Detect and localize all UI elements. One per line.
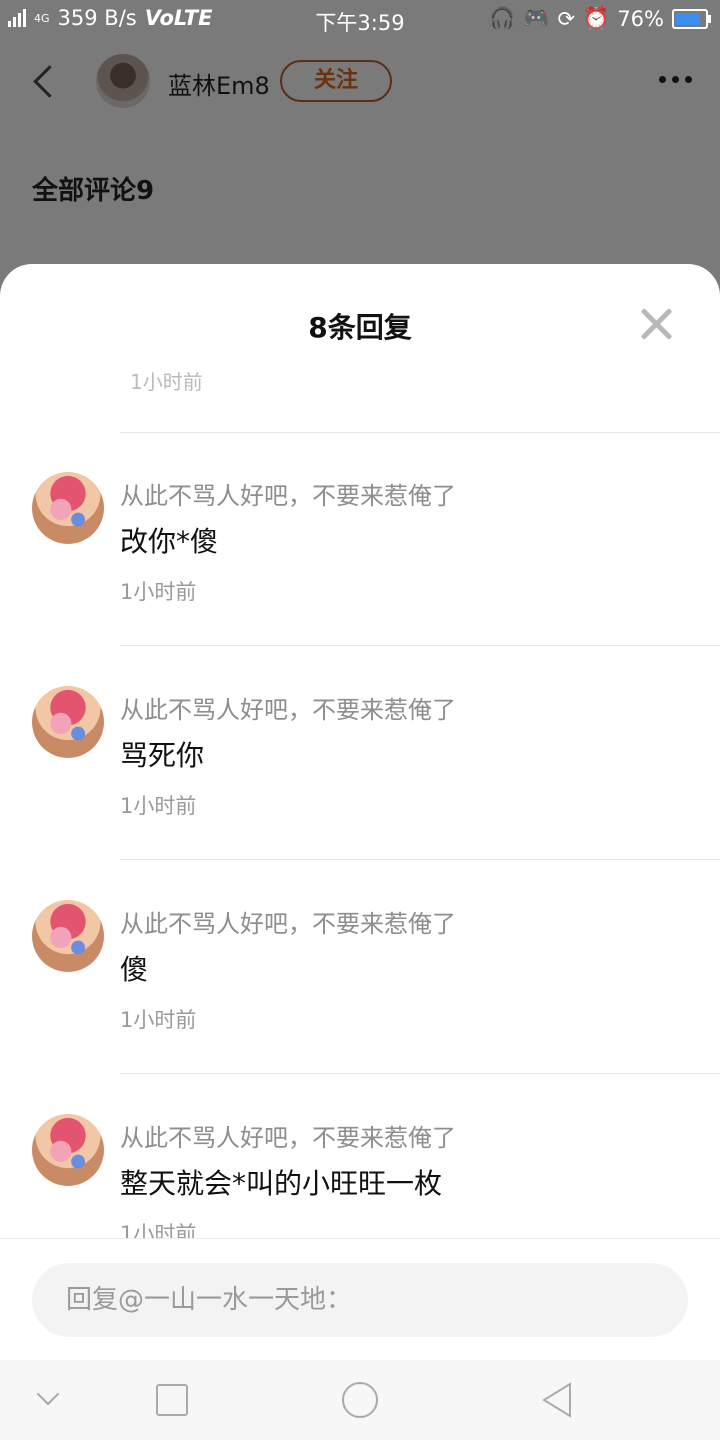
reply-text: 傻 <box>120 953 149 986</box>
rotation-lock-icon: ⟳ <box>557 6 576 31</box>
list-item[interactable]: 从此不骂人好吧，不要来惹俺了 傻 1小时前 <box>0 860 720 1074</box>
author-avatar[interactable] <box>96 54 150 108</box>
reply-text: 改你*傻 <box>120 525 219 558</box>
author-name[interactable]: 蓝林Em8 <box>168 66 270 101</box>
status-bar: 4G 359 B/s VoLTE 下午3:59 🎧 🎮 ⟳ ⏰ 76% <box>0 0 720 38</box>
list-item[interactable]: 从此不骂人好吧，不要来惹俺了 骂死你 1小时前 <box>0 646 720 860</box>
list-item[interactable]: 从此不骂人好吧，不要来惹俺了 整天就会*叫的小旺旺一枚 1小时前 <box>0 1074 720 1238</box>
avatar[interactable] <box>32 900 104 972</box>
replies-sheet: 8条回复 1小时前 从此不骂人好吧，不要来惹俺了 改你*傻 1小时前 从此不骂人… <box>0 264 720 1360</box>
reply-time: 1小时前 <box>120 580 197 604</box>
reply-time: 1小时前 <box>120 1008 197 1032</box>
headphones-icon: 🎧 <box>489 6 516 30</box>
gamepad-icon: 🎮 <box>523 6 550 30</box>
reply-time: 1小时前 <box>120 1222 197 1238</box>
avatar[interactable] <box>32 1114 104 1186</box>
reply-username[interactable]: 从此不骂人好吧，不要来惹俺了 <box>120 1118 456 1153</box>
top-bar: 蓝林Em8 关注 <box>0 48 720 118</box>
system-nav-bar <box>0 1360 720 1440</box>
alarm-icon: ⏰ <box>583 6 610 30</box>
back-arrow-icon[interactable] <box>33 65 66 98</box>
close-icon[interactable] <box>640 308 672 340</box>
reply-list[interactable]: 1小时前 从此不骂人好吧，不要来惹俺了 改你*傻 1小时前 从此不骂人好吧，不要… <box>0 368 720 1238</box>
battery-icon <box>672 8 711 29</box>
reply-text: 骂死你 <box>120 739 205 772</box>
all-comments-title: 全部评论9 <box>32 176 155 206</box>
reply-username[interactable]: 从此不骂人好吧，不要来惹俺了 <box>120 904 456 939</box>
list-item[interactable]: 从此不骂人好吧，不要来惹俺了 改你*傻 1小时前 <box>0 432 720 646</box>
back-triangle-icon[interactable] <box>540 1380 574 1420</box>
more-options-icon[interactable] <box>659 76 692 83</box>
chevron-down-icon[interactable] <box>36 1382 60 1406</box>
reply-text: 整天就会*叫的小旺旺一枚 <box>120 1167 443 1200</box>
reply-username[interactable]: 从此不骂人好吧，不要来惹俺了 <box>120 690 456 725</box>
reply-input[interactable]: 回复@一山一水一天地： <box>32 1263 688 1337</box>
sheet-title: 8条回复 <box>308 311 412 344</box>
follow-button[interactable]: 关注 <box>280 60 392 102</box>
reply-time: 1小时前 <box>120 794 197 818</box>
recent-apps-icon[interactable] <box>156 1384 188 1416</box>
reply-input-bar: 回复@一山一水一天地： <box>0 1238 720 1360</box>
reply-username[interactable]: 从此不骂人好吧，不要来惹俺了 <box>120 476 456 511</box>
battery-percent: 76% <box>617 6 664 31</box>
clipped-reply: 1小时前 <box>120 368 720 433</box>
avatar[interactable] <box>32 472 104 544</box>
home-icon[interactable] <box>342 1382 378 1418</box>
avatar[interactable] <box>32 686 104 758</box>
